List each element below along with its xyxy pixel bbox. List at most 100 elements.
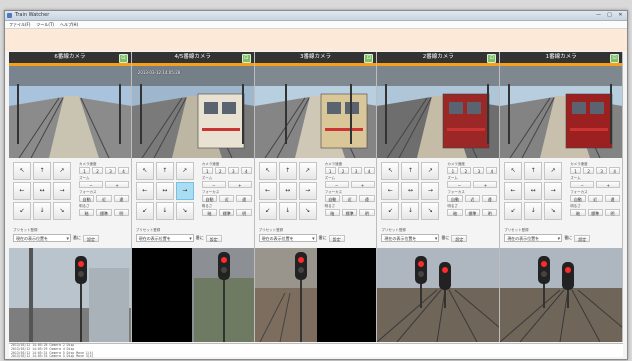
pan-up-left-button[interactable]: ↖ — [135, 162, 154, 180]
pan-down-left-button[interactable]: ↙ — [258, 202, 277, 220]
iris-button[interactable]: 暗 — [79, 209, 95, 216]
focus-button[interactable]: 遠 — [236, 195, 252, 202]
preset-select[interactable]: 現在の表示位置を — [258, 234, 317, 243]
iris-button[interactable]: 暗 — [201, 209, 218, 216]
pan-up-button[interactable]: ↑ — [401, 162, 420, 180]
focus-button[interactable]: 自動 — [570, 195, 586, 202]
pan-left-button[interactable]: ← — [135, 182, 154, 200]
panel-close-icon[interactable]: ⊡ — [487, 54, 497, 63]
preset-set-button[interactable]: 設定 — [83, 234, 99, 242]
maximize-button[interactable]: □ — [605, 12, 614, 18]
pan-down-left-button[interactable]: ↙ — [135, 202, 154, 220]
pan-stop-button[interactable]: ↔ — [155, 182, 174, 200]
menu-tools[interactable]: ツール(T) — [36, 21, 54, 28]
zoom-button[interactable]: − — [324, 181, 349, 188]
pan-up-button[interactable]: ↑ — [33, 162, 51, 180]
pan-left-button[interactable]: ← — [504, 182, 523, 200]
pan-up-button[interactable]: ↑ — [278, 162, 297, 180]
signal-camera-view[interactable] — [500, 248, 622, 342]
zoom-button[interactable]: − — [570, 181, 595, 188]
pan-down-button[interactable]: ↓ — [401, 202, 420, 220]
speed-button[interactable]: 2 — [460, 167, 472, 174]
signal-camera-view[interactable] — [9, 248, 131, 342]
iris-button[interactable]: 明 — [236, 209, 252, 216]
zoom-button[interactable]: + — [473, 181, 498, 188]
pan-down-left-button[interactable]: ↙ — [13, 202, 31, 220]
pan-down-right-button[interactable]: ↘ — [298, 202, 317, 220]
speed-button[interactable]: 1 — [447, 167, 459, 174]
focus-button[interactable]: 近 — [96, 195, 112, 202]
signal-camera-view[interactable] — [377, 248, 500, 342]
iris-button[interactable]: 明 — [359, 209, 375, 216]
iris-button[interactable]: 暗 — [324, 209, 340, 216]
iris-button[interactable]: 標準 — [219, 209, 235, 216]
camera-live-view[interactable] — [500, 66, 622, 158]
pan-up-button[interactable]: ↑ — [524, 162, 543, 180]
pan-down-right-button[interactable]: ↘ — [53, 202, 71, 220]
minimize-button[interactable]: — — [594, 12, 603, 18]
pan-up-left-button[interactable]: ↖ — [381, 162, 400, 180]
zoom-button[interactable]: − — [201, 181, 226, 188]
pan-right-button[interactable]: → — [421, 182, 440, 200]
speed-button[interactable]: 3 — [350, 167, 362, 174]
panel-close-icon[interactable]: ⊡ — [609, 54, 619, 63]
iris-button[interactable]: 暗 — [570, 209, 586, 216]
pan-right-button[interactable]: → — [298, 182, 317, 200]
pan-down-right-button[interactable]: ↘ — [544, 202, 563, 220]
focus-button[interactable]: 自動 — [201, 195, 218, 202]
panel-close-icon[interactable]: ⊡ — [241, 54, 251, 63]
speed-button[interactable]: 1 — [324, 167, 336, 174]
speed-button[interactable]: 2 — [337, 167, 349, 174]
speed-button[interactable]: 2 — [92, 167, 103, 174]
pan-right-button[interactable]: → — [53, 182, 71, 200]
pan-down-button[interactable]: ↓ — [524, 202, 543, 220]
focus-button[interactable]: 自動 — [324, 195, 340, 202]
preset-select[interactable]: 現在の表示位置を — [381, 234, 440, 243]
iris-button[interactable]: 明 — [113, 209, 129, 216]
pan-up-left-button[interactable]: ↖ — [504, 162, 523, 180]
speed-button[interactable]: 3 — [227, 167, 239, 174]
focus-button[interactable]: 遠 — [604, 195, 621, 202]
menu-file[interactable]: ファイル(F) — [9, 21, 30, 28]
pan-down-button[interactable]: ↓ — [155, 202, 174, 220]
speed-button[interactable]: 2 — [583, 167, 595, 174]
pan-up-left-button[interactable]: ↖ — [13, 162, 31, 180]
pan-right-button[interactable]: → — [175, 182, 194, 200]
preset-select[interactable]: 現在の表示位置を — [135, 234, 194, 243]
zoom-button[interactable]: − — [447, 181, 472, 188]
focus-button[interactable]: 近 — [219, 195, 235, 202]
pan-down-right-button[interactable]: ↘ — [175, 202, 194, 220]
pan-down-button[interactable]: ↓ — [278, 202, 297, 220]
pan-stop-button[interactable]: ↔ — [401, 182, 420, 200]
focus-button[interactable]: 近 — [464, 195, 481, 202]
menu-help[interactable]: ヘルプ(H) — [60, 21, 78, 28]
speed-button[interactable]: 4 — [486, 167, 498, 174]
pan-down-left-button[interactable]: ↙ — [381, 202, 400, 220]
focus-button[interactable]: 遠 — [482, 195, 498, 202]
speed-button[interactable]: 3 — [596, 167, 608, 174]
preset-set-button[interactable]: 設定 — [574, 234, 591, 242]
focus-button[interactable]: 近 — [587, 195, 603, 202]
zoom-button[interactable]: + — [105, 181, 129, 188]
iris-button[interactable]: 明 — [482, 209, 498, 216]
speed-button[interactable]: 4 — [118, 167, 129, 174]
iris-button[interactable]: 明 — [604, 209, 621, 216]
pan-up-right-button[interactable]: ↗ — [298, 162, 317, 180]
close-window-button[interactable]: ✕ — [616, 12, 625, 18]
preset-select[interactable]: 現在の表示位置を — [504, 234, 563, 243]
camera-live-view[interactable] — [9, 66, 131, 158]
signal-camera-view[interactable] — [131, 248, 254, 342]
iris-button[interactable]: 暗 — [447, 209, 463, 216]
camera-live-view[interactable] — [254, 66, 377, 158]
speed-button[interactable]: 1 — [570, 167, 582, 174]
speed-button[interactable]: 1 — [201, 167, 213, 174]
pan-right-button[interactable]: → — [544, 182, 563, 200]
speed-button[interactable]: 3 — [473, 167, 485, 174]
speed-button[interactable]: 2 — [214, 167, 226, 174]
panel-close-icon[interactable]: ⊡ — [118, 54, 128, 63]
focus-button[interactable]: 自動 — [79, 195, 95, 202]
pan-left-button[interactable]: ← — [13, 182, 31, 200]
pan-down-button[interactable]: ↓ — [33, 202, 51, 220]
speed-button[interactable]: 4 — [240, 167, 252, 174]
pan-stop-button[interactable]: ↔ — [33, 182, 51, 200]
